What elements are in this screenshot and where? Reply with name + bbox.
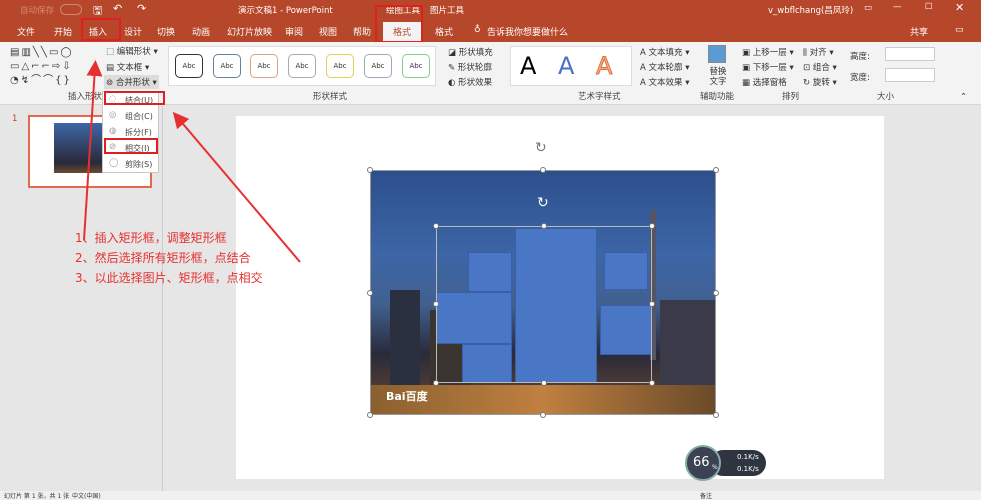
meter-percent: 66	[693, 455, 710, 470]
network-meter[interactable]: 66 % 0.1K/s 0.1K/s	[685, 445, 767, 481]
arrow-to-shapes	[83, 60, 103, 241]
language: 中文(中国)	[72, 493, 101, 500]
upload-speed: 0.1K/s	[737, 453, 759, 461]
annotation-step-2: 2、然后选择所有矩形框，点结合	[75, 251, 251, 265]
download-speed: 0.1K/s	[737, 465, 759, 473]
meter-unit: %	[712, 464, 718, 471]
annotation-step-3: 3、以此选择图片、矩形框，点相交	[75, 271, 263, 285]
notes-button[interactable]: 备注	[700, 491, 712, 500]
slide-count: 幻灯片 第 1 张，共 1 张	[4, 493, 70, 500]
annotation-step-1: 1、插入矩形框，调整矩形框	[75, 231, 227, 245]
status-bar: 幻灯片 第 1 张，共 1 张 中文(中国) 备注	[0, 491, 981, 500]
